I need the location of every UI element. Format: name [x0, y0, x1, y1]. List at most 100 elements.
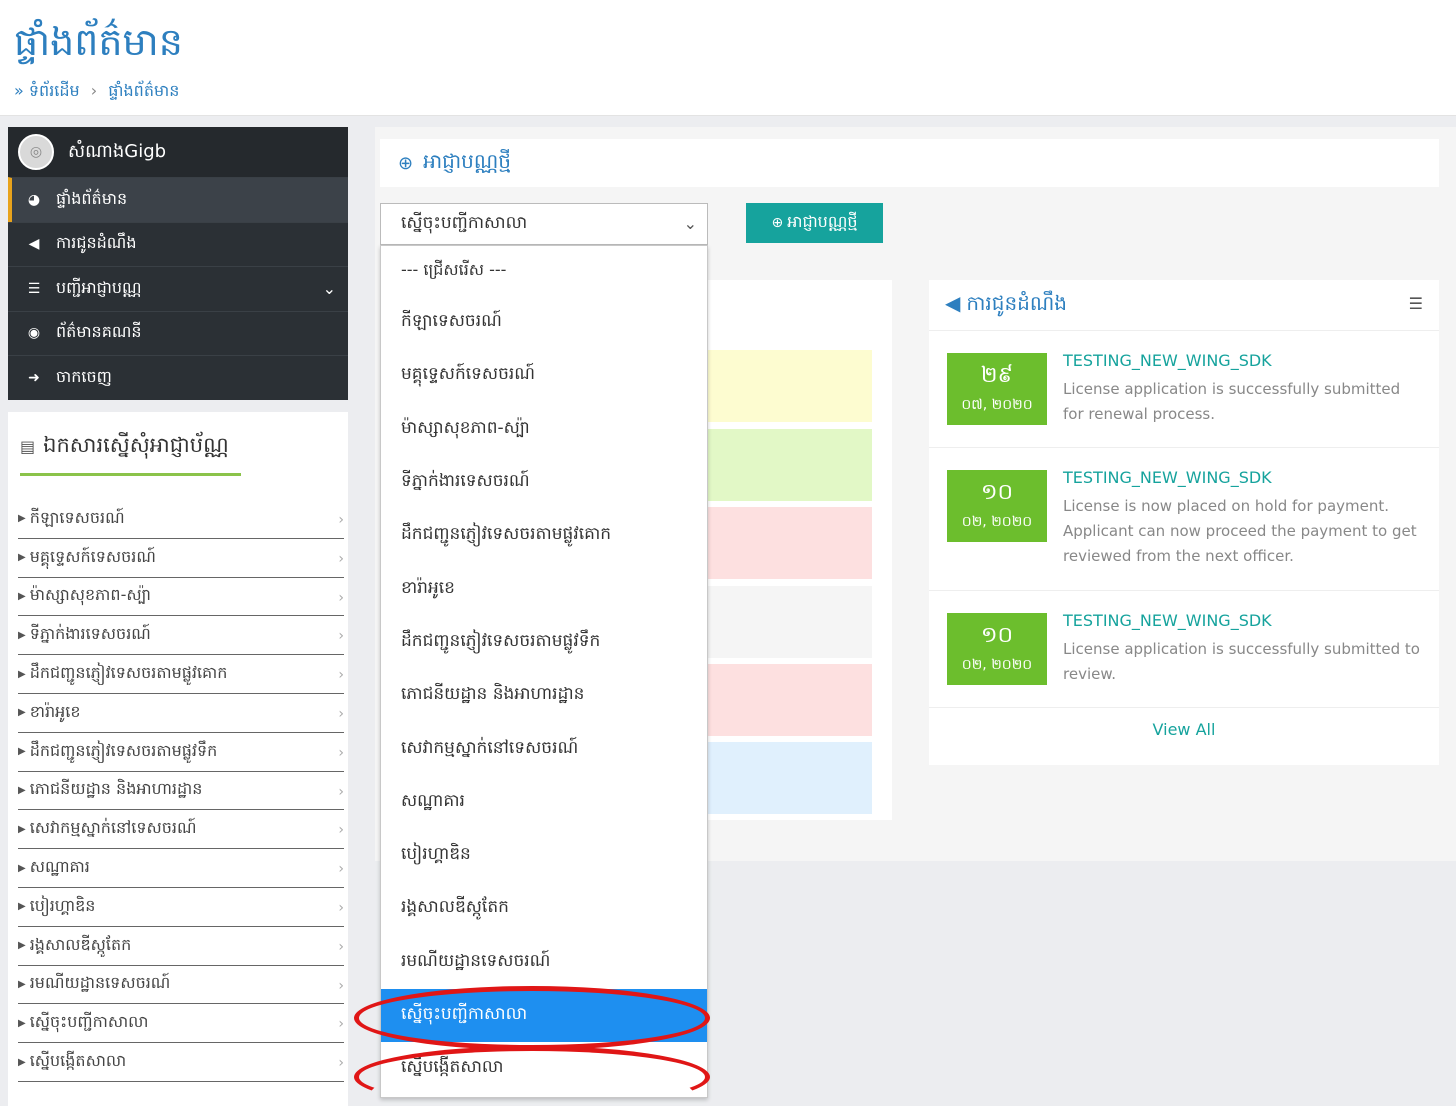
sidebar-item-dashboard[interactable]: ◕ ផ្ទាំងព័ត៌មាន: [8, 177, 348, 222]
list-item-label: ដឹកជញ្ជូនភ្ញៀវទេសចរតាមផ្លូវទឹក: [29, 740, 218, 760]
list-item[interactable]: ▶ រមណីយដ្ឋានទេសចរណ៍ ›: [18, 966, 344, 1005]
dropdown-option[interactable]: រង្គសាលឌីស្កូតែក: [381, 882, 707, 935]
new-license-header: ⊕ អាជ្ញាបណ្ណថ្មី: [380, 139, 1439, 187]
notification-title[interactable]: TESTING_NEW_WING_SDK: [1063, 468, 1272, 487]
license-type-dropdown: --- ជ្រើសរើស --- កីឡាទេសចរណ៍ មគ្គុទ្ទេសក…: [380, 245, 708, 1098]
list-item[interactable]: ▶ ដឹកជញ្ជូនភ្ញៀវទេសចរតាមផ្លូវទឹក ›: [18, 733, 344, 772]
notification-item[interactable]: ១០ ០២, ២០២០ TESTING_NEW_WING_SDK License…: [929, 447, 1439, 590]
notification-item[interactable]: ២៩ ០៧, ២០២០ TESTING_NEW_WING_SDK License…: [929, 330, 1439, 447]
page-header: ផ្ទាំងព័ត៌មាន » ទំព័រដើម › ផ្ទាំងព័ត៌មាន: [0, 0, 1456, 116]
dashboard-icon: ◕: [27, 191, 41, 208]
breadcrumb-separator: ›: [90, 81, 98, 100]
date-month: ០២, ២០២០: [961, 514, 1033, 530]
annotation-oval: [354, 986, 710, 1050]
stat-strip-pink: [700, 664, 872, 736]
notification-title[interactable]: TESTING_NEW_WING_SDK: [1063, 351, 1272, 370]
chevron-right-icon: ›: [338, 550, 344, 567]
list-item-label: បៀរហ្គាឌិន: [29, 895, 96, 915]
date-day: ១០: [980, 480, 1014, 505]
license-type-select[interactable]: ស្នើចុះបញ្ជីកាសាលា ⌄: [380, 203, 708, 245]
documents-panel: ▤ ឯកសារស្នើសុំអាជ្ញាប័ណ្ណ ▶ កីឡាទេសចរណ៍ › ▶…: [8, 412, 348, 1106]
view-all-link[interactable]: View All: [929, 720, 1439, 739]
caret-right-icon: ▶: [18, 668, 26, 680]
dropdown-option[interactable]: ដឹកជញ្ជូនភ្ញៀវទេសចរតាមផ្លូវទឹក: [381, 616, 707, 669]
bullhorn-icon: ◀: [945, 291, 961, 315]
caret-right-icon: ▶: [18, 1056, 26, 1068]
chevron-down-icon: ⌄: [322, 279, 336, 298]
list-item-label: មគ្គុទ្ទេសក៍ទេសចរណ៍: [29, 546, 156, 566]
list-item[interactable]: ▶ ទីភ្នាក់ងារទេសចរណ៍ ›: [18, 616, 344, 656]
date-box: ១០ ០២, ២០២០: [947, 470, 1047, 542]
dropdown-option[interactable]: --- ជ្រើសរើស ---: [381, 246, 707, 296]
stat-strip-blue: [700, 742, 872, 814]
breadcrumb-home[interactable]: ទំព័រដើម: [29, 81, 80, 100]
chevron-right-icon: ›: [338, 899, 344, 916]
dropdown-option[interactable]: ខារ៉ាអូខេ: [381, 562, 707, 615]
sign-out-icon: ➜: [28, 369, 40, 386]
date-box: ២៩ ០៧, ២០២០: [947, 353, 1047, 425]
plus-circle-icon: ⊕: [771, 215, 784, 231]
list-item[interactable]: ▶ បៀរហ្គាឌិន ›: [18, 888, 344, 927]
breadcrumb-current: ផ្ទាំងព័ត៌មាន: [108, 81, 180, 100]
list-item[interactable]: ▶ ស្នើបង្កើតសាលា ›: [18, 1043, 344, 1082]
dropdown-option[interactable]: ដឹកជញ្ជូនភ្ញៀវទេសចរតាមផ្លូវគោក: [381, 509, 707, 562]
list-item-label: ស្នើបង្កើតសាលា: [29, 1051, 127, 1071]
notifications-card: ◀ ការជូនដំណឹង ☰ ២៩ ០៧, ២០២០ TESTING_NEW_W…: [929, 280, 1439, 765]
caret-right-icon: ▶: [18, 901, 26, 913]
stat-strip-green: [700, 429, 872, 501]
profile[interactable]: ◎ សំណាងGigb: [8, 127, 348, 177]
list-item[interactable]: ▶ សណ្ឋាគារ ›: [18, 849, 344, 888]
dropdown-option[interactable]: ម៉ាស្សាសុខភាព-ស្ប៉ា: [381, 403, 707, 456]
caret-right-icon: ▶: [18, 707, 26, 719]
chevron-right-icon: ›: [338, 977, 344, 994]
chevron-right-icon: ›: [338, 589, 344, 606]
plus-circle-icon: ⊕: [398, 152, 414, 174]
license-type-select-value: ស្នើចុះបញ្ជីកាសាលា: [401, 212, 528, 233]
dropdown-option[interactable]: កីឡាទេសចរណ៍: [381, 296, 707, 349]
dropdown-option[interactable]: សណ្ឋាគារ: [381, 776, 707, 829]
chevron-down-icon: ⌄: [683, 214, 697, 233]
list-item[interactable]: ▶ ដឹកជញ្ជូនភ្ញៀវទេសចរតាមផ្លូវគោក ›: [18, 655, 344, 694]
list-item[interactable]: ▶ ខារ៉ាអូខេ ›: [18, 694, 344, 733]
list-item-label: ភោជនីយដ្ឋាន និងអាហារដ្ឋាន: [29, 779, 203, 799]
list-item[interactable]: ▶ ភោជនីយដ្ឋាន និងអាហារដ្ឋាន ›: [18, 772, 344, 811]
notification-text: License application is successfully subm…: [1063, 380, 1401, 423]
list-item-label: ដឹកជញ្ជូនភ្ញៀវទេសចរតាមផ្លូវគោក: [29, 663, 228, 683]
list-item-label: ទីភ្នាក់ងារទេសចរណ៍: [29, 624, 151, 644]
list-item[interactable]: ▶ កីឡាទេសចរណ៍ ›: [18, 500, 344, 539]
sidebar-item-logout[interactable]: ➜ ចាកចេញ: [8, 355, 348, 400]
list-item[interactable]: ▶ ស្នើចុះបញ្ជីកាសាលា ›: [18, 1004, 344, 1044]
list-item[interactable]: ▶ មគ្គុទ្ទេសក៍ទេសចរណ៍ ›: [18, 539, 344, 578]
sidebar: ◎ សំណាងGigb ◕ ផ្ទាំងព័ត៌មាន ◀ ការជូនដំណឹ…: [8, 127, 348, 400]
list-item[interactable]: ▶ រង្គសាលឌីស្កូតែក ›: [18, 927, 344, 966]
sidebar-item-account[interactable]: ◉ ព័ត៌មានគណនី: [8, 310, 348, 356]
list-item[interactable]: ▶ សេវាកម្មស្នាក់នៅទេសចរណ៍ ›: [18, 810, 344, 850]
list-item-label: រមណីយដ្ឋានទេសចរណ៍: [29, 973, 171, 993]
dropdown-option[interactable]: ភោជនីយដ្ឋាន និងអាហារដ្ឋាន: [381, 669, 707, 722]
sidebar-item-label: ចាកចេញ: [56, 366, 112, 386]
sidebar-item-notifications[interactable]: ◀ ការជូនដំណឹង: [8, 221, 348, 267]
date-day: ១០: [980, 623, 1014, 648]
chevron-right-icon: ›: [338, 1016, 344, 1033]
sidebar-item-label: ការជូនដំណឹង: [56, 233, 137, 253]
notification-title[interactable]: TESTING_NEW_WING_SDK: [1063, 611, 1272, 630]
dropdown-option[interactable]: រមណីយដ្ឋានទេសចរណ៍: [381, 936, 707, 989]
chevron-right-icon: ›: [338, 1055, 344, 1072]
list-item[interactable]: ▶ ម៉ាស្សាសុខភាព-ស្ប៉ា ›: [18, 578, 344, 617]
file-icon: ▤: [20, 437, 36, 456]
dropdown-option[interactable]: សេវាកម្មស្នាក់នៅទេសចរណ៍: [381, 722, 707, 775]
dropdown-option[interactable]: ទីភ្នាក់ងារទេសចរណ៍: [381, 456, 707, 509]
sidebar-item-license-list[interactable]: ☰ បញ្ជីអាជ្ញាបណ្ណ ⌄: [8, 266, 348, 311]
notification-item[interactable]: ១០ ០២, ២០២០ TESTING_NEW_WING_SDK License…: [929, 590, 1439, 707]
sidebar-item-label: ផ្ទាំងព័ត៌មាន: [56, 188, 128, 208]
dropdown-option[interactable]: បៀរហ្គាឌិន: [381, 829, 707, 882]
new-license-button[interactable]: ⊕ អាជ្ញាបណ្ណថ្មី: [746, 203, 883, 243]
caret-right-icon: ▶: [18, 552, 26, 564]
list-item-label: ខារ៉ាអូខេ: [29, 701, 81, 721]
dropdown-option[interactable]: មគ្គុទ្ទេសក៍ទេសចរណ៍: [381, 349, 707, 402]
profile-name: សំណាងGigb: [68, 140, 167, 162]
menu-icon[interactable]: ☰: [1409, 294, 1423, 313]
documents-title-text: ឯកសារស្នើសុំអាជ្ញាប័ណ្ណ: [43, 433, 229, 457]
new-license-header-text: អាជ្ញាបណ្ណថ្មី: [423, 149, 511, 173]
list-item-label: កីឡាទេសចរណ៍: [29, 507, 125, 527]
